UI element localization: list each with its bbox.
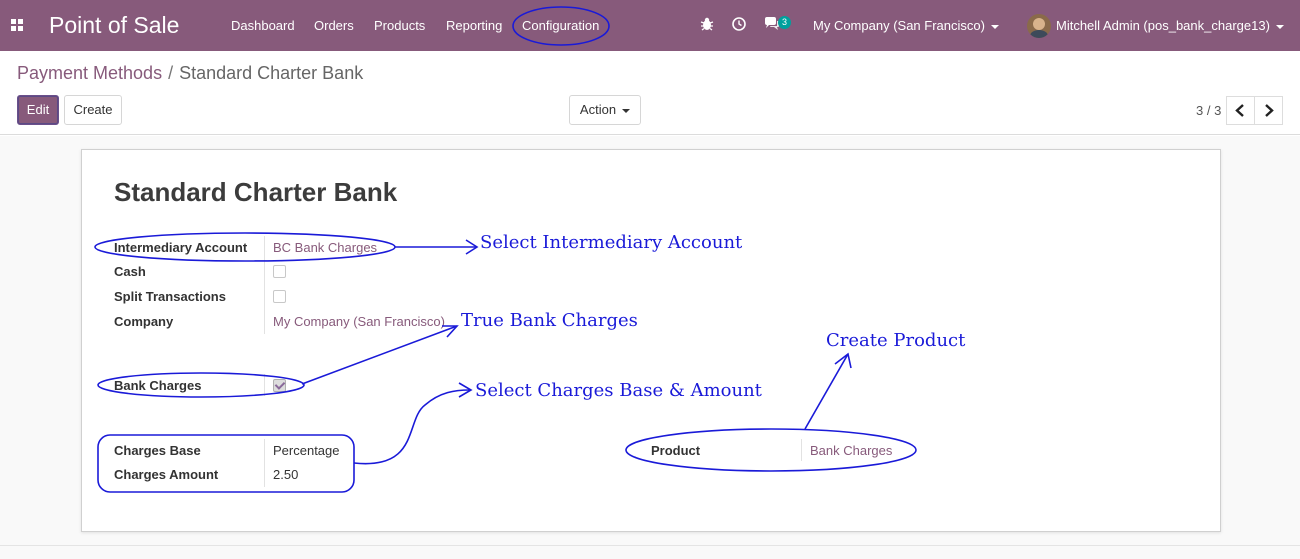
annotation-circle-bank-charges bbox=[97, 372, 305, 398]
annotation-arrow-charges bbox=[353, 389, 471, 465]
annotation-create-product: Create Product bbox=[826, 330, 966, 351]
annotation-circle-configuration bbox=[512, 6, 610, 46]
annotation-arrowhead-product bbox=[834, 352, 852, 369]
footer-divider bbox=[0, 545, 1300, 546]
annotation-overlay bbox=[94, 6, 917, 493]
annotation-arrow-bank-charges bbox=[301, 325, 458, 385]
annotation-true-bank-charges: True Bank Charges bbox=[461, 310, 638, 331]
annotation-circle-product bbox=[625, 428, 917, 472]
annotation-select-intermediary: Select Intermediary Account bbox=[480, 232, 743, 253]
annotation-circle-intermediary bbox=[94, 232, 396, 262]
annotation-select-charges: Select Charges Base & Amount bbox=[475, 380, 762, 401]
annotation-box-charges bbox=[97, 434, 355, 493]
annotation-arrow-product bbox=[804, 353, 849, 430]
